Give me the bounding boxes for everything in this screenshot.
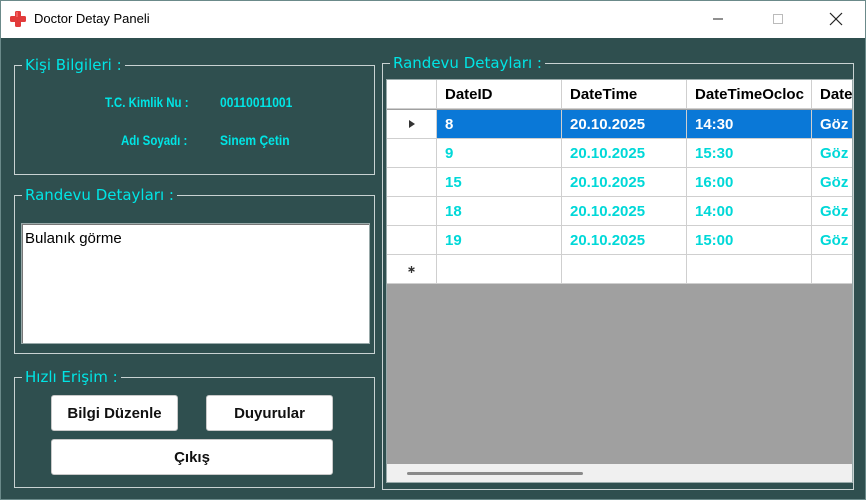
cell-dateid[interactable]: 8 [437, 110, 562, 139]
minimize-icon [713, 18, 723, 20]
cell-datetimeoclock[interactable]: 16:00 [687, 168, 812, 197]
current-row-arrow-icon [408, 120, 415, 128]
column-header-datetimeoclock[interactable]: DateTimeOcloc [687, 80, 812, 109]
cell-dateid[interactable]: 9 [437, 139, 562, 168]
close-icon [829, 12, 843, 26]
new-cell[interactable] [437, 255, 562, 284]
appointments-grid[interactable]: DateID DateTime DateTimeOcloc Date 8 20.… [386, 79, 853, 483]
row-header[interactable] [387, 226, 437, 255]
quick-access-title: Hızlı Erişim : [22, 368, 121, 386]
red-cross-icon [10, 11, 26, 27]
close-button[interactable] [807, 1, 865, 37]
row-header[interactable] [387, 255, 437, 284]
scrollbar-thumb[interactable] [407, 472, 583, 475]
table-row[interactable]: 9 20.10.2025 15:30 Göz [387, 139, 852, 168]
cell-datetimeoclock[interactable]: 15:30 [687, 139, 812, 168]
grid-header-row: DateID DateTime DateTimeOcloc Date [387, 80, 852, 109]
cell-date[interactable]: Göz [812, 168, 852, 197]
maximize-icon [773, 14, 783, 24]
cell-datetime[interactable]: 20.10.2025 [562, 110, 687, 139]
appointment-detail-group: Randevu Detayları : Bulanık görme [14, 186, 375, 354]
row-header[interactable] [387, 168, 437, 197]
appointments-title: Randevu Detayları : [390, 54, 545, 72]
maximize-button[interactable] [749, 1, 807, 37]
cell-datetime[interactable]: 20.10.2025 [562, 197, 687, 226]
tc-value: 00110011001 [220, 94, 293, 110]
person-info-group: Kişi Bilgileri : T.C. Kimlik Nu : 001100… [14, 56, 375, 175]
title-bar: Doctor Detay Paneli [1, 1, 865, 38]
table-row[interactable]: 18 20.10.2025 14:00 Göz [387, 197, 852, 226]
new-row[interactable] [387, 255, 852, 284]
column-header-datetime[interactable]: DateTime [562, 80, 687, 109]
cell-date[interactable]: Göz [812, 226, 852, 255]
cell-datetimeoclock[interactable]: 15:00 [687, 226, 812, 255]
minimize-button[interactable] [689, 1, 747, 37]
cell-datetime[interactable]: 20.10.2025 [562, 226, 687, 255]
edit-info-button[interactable]: Bilgi Düzenle [51, 395, 178, 431]
cell-dateid[interactable]: 19 [437, 226, 562, 255]
table-row[interactable]: 15 20.10.2025 16:00 Göz [387, 168, 852, 197]
name-value: Sinem Çetin [220, 132, 290, 148]
cell-datetime[interactable]: 20.10.2025 [562, 139, 687, 168]
row-header[interactable] [387, 139, 437, 168]
main-window: Doctor Detay Paneli Kişi Bilgileri : T.C… [0, 0, 866, 500]
quick-access-group: Hızlı Erişim : Bilgi Düzenle Duyurular Ç… [14, 368, 375, 488]
cell-dateid[interactable]: 15 [437, 168, 562, 197]
cell-datetime[interactable]: 20.10.2025 [562, 168, 687, 197]
row-header[interactable] [387, 110, 437, 139]
cell-datetimeoclock[interactable]: 14:00 [687, 197, 812, 226]
tc-label: T.C. Kimlik Nu : [105, 94, 189, 110]
column-header-dateid[interactable]: DateID [437, 80, 562, 109]
horizontal-scrollbar[interactable] [387, 464, 852, 482]
table-row[interactable]: 8 20.10.2025 14:30 Göz [387, 110, 852, 139]
cell-datetimeoclock[interactable]: 14:30 [687, 110, 812, 139]
appointment-detail-title: Randevu Detayları : [22, 186, 177, 204]
cell-date[interactable]: Göz [812, 110, 852, 139]
row-header[interactable] [387, 197, 437, 226]
cell-date[interactable]: Göz [812, 197, 852, 226]
person-info-title: Kişi Bilgileri : [22, 56, 125, 74]
announcements-button[interactable]: Duyurular [206, 395, 333, 431]
cell-date[interactable]: Göz [812, 139, 852, 168]
new-cell[interactable] [687, 255, 812, 284]
window-title: Doctor Detay Paneli [34, 11, 150, 26]
new-cell[interactable] [812, 255, 852, 284]
exit-button[interactable]: Çıkış [51, 439, 333, 475]
name-label: Adı Soyadı : [121, 132, 188, 148]
new-row-asterisk-icon [408, 265, 415, 273]
appointment-detail-textbox[interactable]: Bulanık görme [21, 223, 370, 344]
column-header-date[interactable]: Date [812, 80, 852, 109]
new-cell[interactable] [562, 255, 687, 284]
cell-dateid[interactable]: 18 [437, 197, 562, 226]
grid-corner-cell[interactable] [387, 80, 437, 109]
table-row[interactable]: 19 20.10.2025 15:00 Göz [387, 226, 852, 255]
